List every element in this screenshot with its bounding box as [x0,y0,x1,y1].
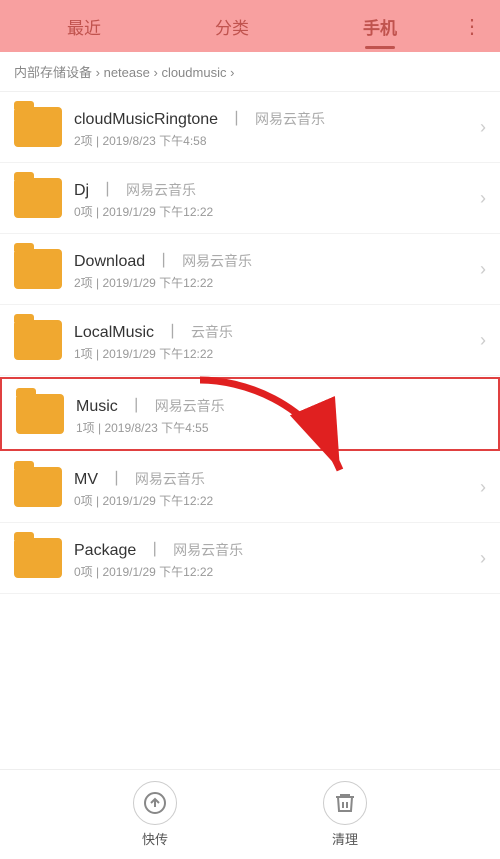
breadcrumb-part-2[interactable]: netease [104,65,150,80]
folder-item[interactable]: Package 丨 网易云音乐 0项 | 2019/1/29 下午12:22 › [0,523,500,594]
folder-meta: 1项 | 2019/1/29 下午12:22 [74,345,472,362]
more-menu-button[interactable]: ⋮ [454,14,490,39]
breadcrumb-part-1[interactable]: 内部存储设备 [14,65,92,80]
folder-meta: 2项 | 2019/8/23 下午4:58 [74,132,472,149]
quick-transfer-button[interactable]: 快传 [133,781,177,848]
folder-list: cloudMusicRingtone 丨 网易云音乐 2项 | 2019/8/2… [0,92,500,594]
clean-button[interactable]: 清理 [323,781,367,848]
bottom-toolbar: 快传 清理 [0,769,500,859]
clean-label: 清理 [332,829,358,848]
folder-name: cloudMusicRingtone 丨 网易云音乐 [74,105,472,129]
folder-item[interactable]: MV 丨 网易云音乐 0项 | 2019/1/29 下午12:22 › [0,452,500,523]
folder-icon [14,249,62,289]
folder-item[interactable]: Download 丨 网易云音乐 2项 | 2019/1/29 下午12:22 … [0,234,500,305]
folder-meta: 0项 | 2019/1/29 下午12:22 [74,563,472,580]
folder-item[interactable]: LocalMusic 丨 云音乐 1项 | 2019/1/29 下午12:22 … [0,305,500,376]
folder-meta: 0项 | 2019/1/29 下午12:22 [74,492,472,509]
chevron-right-icon: › [480,548,486,569]
folder-icon [14,178,62,218]
folder-meta: 0项 | 2019/1/29 下午12:22 [74,203,472,220]
folder-icon [14,467,62,507]
breadcrumb: 内部存储设备 › netease › cloudmusic › [0,52,500,92]
chevron-right-icon: › [480,477,486,498]
tab-category[interactable]: 分类 [158,4,306,49]
folder-item[interactable]: cloudMusicRingtone 丨 网易云音乐 2项 | 2019/8/2… [0,92,500,163]
chevron-right-icon: › [480,188,486,209]
folder-name: MV 丨 网易云音乐 [74,465,472,489]
clean-icon [323,781,367,825]
folder-icon [16,394,64,434]
folder-icon [14,538,62,578]
folder-item[interactable]: Music 丨 网易云音乐 1项 | 2019/8/23 下午4:55 [0,377,500,451]
tab-phone[interactable]: 手机 [306,4,454,49]
folder-name: Dj 丨 网易云音乐 [74,176,472,200]
folder-item[interactable]: Dj 丨 网易云音乐 0项 | 2019/1/29 下午12:22 › [0,163,500,234]
folder-icon [14,107,62,147]
tab-bar: 最近 分类 手机 ⋮ [0,0,500,52]
folder-name: Music 丨 网易云音乐 [76,392,484,416]
breadcrumb-part-3[interactable]: cloudmusic [161,65,226,80]
folder-meta: 2项 | 2019/1/29 下午12:22 [74,274,472,291]
folder-name: Package 丨 网易云音乐 [74,536,472,560]
folder-name: Download 丨 网易云音乐 [74,247,472,271]
chevron-right-icon: › [480,259,486,280]
chevron-right-icon: › [480,117,486,138]
tab-recent[interactable]: 最近 [10,4,158,49]
folder-meta: 1项 | 2019/8/23 下午4:55 [76,419,484,436]
folder-icon [14,320,62,360]
folder-name: LocalMusic 丨 云音乐 [74,318,472,342]
chevron-right-icon: › [480,330,486,351]
quick-transfer-label: 快传 [142,829,168,848]
quick-transfer-icon [133,781,177,825]
